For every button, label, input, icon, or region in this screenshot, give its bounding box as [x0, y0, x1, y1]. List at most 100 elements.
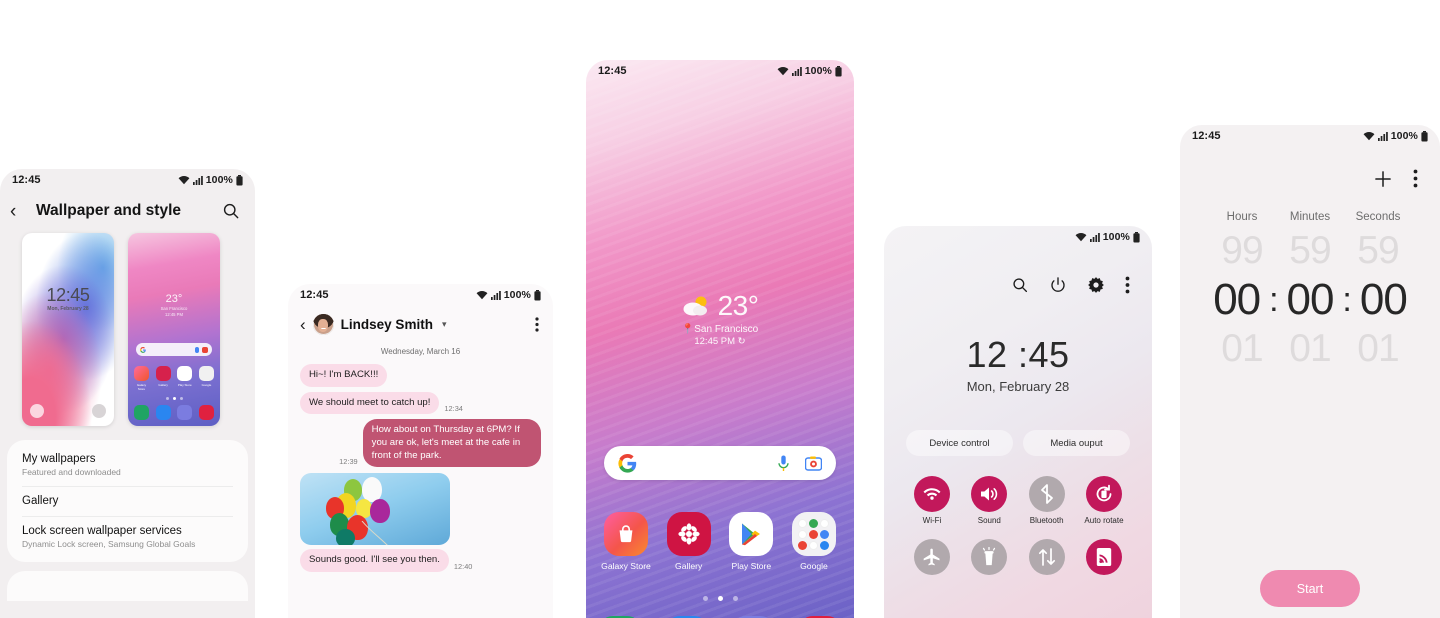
- hours-above[interactable]: 99: [1208, 229, 1276, 273]
- seconds-below[interactable]: 01: [1344, 327, 1412, 371]
- back-icon[interactable]: ‹: [10, 202, 30, 221]
- message-row: We should meet to catch up! 12:34: [288, 391, 553, 415]
- more-vertical-icon[interactable]: [1413, 169, 1418, 188]
- chevron-down-icon[interactable]: ▾: [442, 319, 447, 330]
- battery-icon: [534, 289, 541, 300]
- tile-wifi[interactable]: Wi-Fi: [906, 476, 958, 525]
- preview-app-label: Gallery: [158, 383, 168, 387]
- google-g-icon: [618, 453, 637, 473]
- status-time: 12:45: [598, 65, 627, 77]
- google-g-icon: [140, 346, 146, 353]
- app-play-store[interactable]: Play Store: [723, 512, 779, 571]
- messages-panel: 12:45 100% ‹ Lindsey Smith ▾ Wednesday, …: [288, 284, 553, 618]
- message-bubble-incoming[interactable]: We should meet to catch up!: [300, 391, 440, 415]
- message-bubble-incoming[interactable]: Hi~! I'm BACK!!!: [300, 364, 388, 387]
- row-lock-screen-wallpaper-services[interactable]: Lock screen wallpaper services Dynamic L…: [7, 516, 248, 558]
- more-vertical-icon[interactable]: [535, 317, 539, 332]
- tile-auto-rotate[interactable]: Auto rotate: [1078, 476, 1130, 525]
- row-title: Gallery: [22, 495, 59, 507]
- app-label: Galaxy Store: [601, 561, 651, 571]
- row-my-wallpapers[interactable]: My wallpapers Featured and downloaded: [7, 444, 248, 486]
- gear-icon[interactable]: [1087, 276, 1105, 294]
- search-icon[interactable]: [1011, 276, 1029, 294]
- header-minutes: Minutes: [1289, 211, 1331, 223]
- minutes-below[interactable]: 01: [1276, 327, 1344, 371]
- home-screen-preview[interactable]: 23° San Francisco 12:45 PM Galaxy Store …: [128, 233, 220, 426]
- timer-pickers[interactable]: 99 59 59 00 : 00 : 00 01 01 01: [1180, 223, 1440, 371]
- status-indicators: 100%: [1363, 130, 1428, 142]
- page-indicator[interactable]: [586, 596, 854, 601]
- media-output-button[interactable]: Media ouput: [1023, 430, 1130, 456]
- wifi-icon: [178, 175, 190, 185]
- start-button[interactable]: Start: [1260, 570, 1360, 607]
- tile-airplane-mode[interactable]: [906, 539, 958, 576]
- minutes-value[interactable]: 00: [1281, 275, 1338, 325]
- google-search-bar[interactable]: [604, 446, 836, 480]
- folder-google[interactable]: Google: [786, 512, 842, 571]
- wallpaper-options-card: My wallpapers Featured and downloaded Ga…: [7, 440, 248, 562]
- quick-settings-panel: 100% 12 :45 Mon, February 28 Device cont…: [884, 226, 1152, 618]
- page-dot-active[interactable]: [717, 596, 723, 601]
- message-bubble-outgoing[interactable]: How about on Thursday at 6PM? If you are…: [362, 419, 541, 468]
- power-icon[interactable]: [1049, 276, 1067, 294]
- tile-flashlight[interactable]: [963, 539, 1015, 576]
- page-dot[interactable]: [702, 596, 708, 601]
- back-icon[interactable]: ‹: [300, 316, 306, 333]
- preview-app: Google: [198, 366, 214, 391]
- minutes-above[interactable]: 59: [1276, 229, 1344, 273]
- airplane-icon: [914, 539, 950, 576]
- tile-mobile-data[interactable]: [1021, 539, 1073, 576]
- hours-below[interactable]: 01: [1208, 327, 1276, 371]
- play-store-icon: [177, 366, 193, 381]
- app-galaxy-store[interactable]: Galaxy Store: [598, 512, 654, 571]
- lock-screen-preview[interactable]: 12:45 Mon, February 28: [22, 233, 114, 426]
- tile-bluetooth[interactable]: Bluetooth: [1021, 476, 1073, 525]
- sound-icon: [971, 476, 1008, 512]
- flashlight-icon: [971, 539, 1008, 576]
- weather-updated: 12:45 PM ↻: [694, 336, 746, 347]
- status-bar: 12:45 100%: [0, 169, 255, 191]
- battery-icon: [835, 65, 842, 76]
- google-lens-icon: [202, 346, 208, 353]
- google-lens-icon[interactable]: [805, 456, 822, 471]
- page-title: Wallpaper and style: [36, 202, 181, 219]
- message-bubble-incoming[interactable]: Sounds good. I'll see you then.: [300, 549, 449, 572]
- status-bar: 12:45 100%: [1180, 125, 1440, 147]
- page-dot[interactable]: [732, 596, 738, 601]
- timer-row-above[interactable]: 99 59 59: [1208, 229, 1412, 273]
- battery-percent: 100%: [205, 174, 233, 186]
- weather-widget[interactable]: 23° 📍San Francisco 12:45 PM ↻: [586, 290, 854, 347]
- tile-sound[interactable]: Sound: [963, 476, 1015, 525]
- seconds-value[interactable]: 00: [1355, 275, 1412, 325]
- quick-settings-tiles-row-1: Wi-Fi Sound Bluetooth Auto rotate: [884, 456, 1152, 525]
- avatar[interactable]: [312, 314, 334, 335]
- google-folder-icon: [198, 366, 214, 381]
- phone-icon: [134, 405, 149, 420]
- preview-phone-shortcut-icon: [30, 404, 44, 418]
- timer-panel: 12:45 100% Hours Minutes Seconds 99 59 5…: [1180, 125, 1440, 618]
- image-attachment-balloons[interactable]: [300, 473, 450, 546]
- google-folder-icon: [791, 512, 836, 556]
- app-bar: ‹ Wallpaper and style: [0, 191, 255, 233]
- tile-hotspot[interactable]: [1078, 539, 1130, 576]
- search-icon[interactable]: [221, 201, 241, 221]
- tile-label: Auto rotate: [1084, 516, 1124, 525]
- home-screen-panel: 12:45 100% 23° 📍San Francisco 12:45 PM ↻: [586, 60, 854, 618]
- row-gallery[interactable]: Gallery: [7, 486, 248, 516]
- preview-page-dots: [128, 397, 220, 400]
- timer-row-below[interactable]: 01 01 01: [1208, 327, 1412, 371]
- timer-row-current[interactable]: 00 : 00 : 00: [1208, 275, 1412, 325]
- message-row: Hi~! I'm BACK!!!: [288, 364, 553, 387]
- app-gallery[interactable]: Gallery: [661, 512, 717, 571]
- microphone-icon[interactable]: [778, 455, 789, 472]
- seconds-above[interactable]: 59: [1344, 229, 1412, 273]
- status-bar: 12:45 100%: [288, 284, 553, 306]
- weather-location: 📍San Francisco: [681, 324, 759, 335]
- more-vertical-icon[interactable]: [1125, 276, 1130, 294]
- hours-value[interactable]: 00: [1208, 275, 1265, 325]
- status-indicators: 100%: [476, 289, 541, 301]
- battery-icon: [236, 174, 243, 185]
- preview-app-label: Play Store: [177, 383, 192, 387]
- device-control-button[interactable]: Device control: [906, 430, 1013, 456]
- plus-icon[interactable]: [1373, 169, 1393, 189]
